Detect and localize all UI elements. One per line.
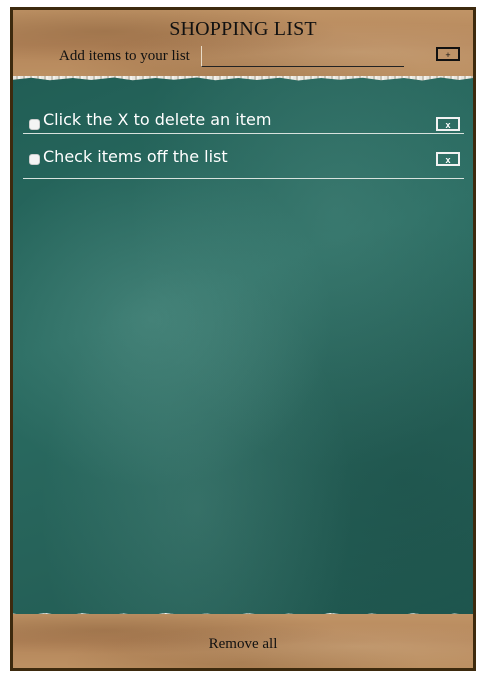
item-label: Click the X to delete an item xyxy=(43,110,272,129)
add-item-button[interactable]: + xyxy=(436,47,460,61)
delete-item-button[interactable]: x xyxy=(436,152,460,166)
chalkboard-list-area: Click the X to delete an item x Check it… xyxy=(13,76,473,617)
add-item-row: Add items to your list + xyxy=(59,46,469,68)
add-items-label: Add items to your list xyxy=(59,48,190,64)
delete-item-button[interactable]: x xyxy=(436,117,460,131)
item-checkbox[interactable] xyxy=(29,154,40,165)
list-item: Check items off the list x xyxy=(23,135,464,179)
item-label: Check items off the list xyxy=(43,147,228,166)
add-item-input[interactable] xyxy=(201,46,404,67)
item-checkbox[interactable] xyxy=(29,119,40,130)
header-paper: SHOPPING LIST Add items to your list + xyxy=(13,10,473,80)
remove-all-button[interactable]: Remove all xyxy=(13,636,473,653)
torn-edge-top xyxy=(13,76,473,81)
list-item: Click the X to delete an item x xyxy=(23,96,464,134)
shopping-list-app: SHOPPING LIST Add items to your list + C… xyxy=(10,7,476,671)
page-title: SHOPPING LIST xyxy=(169,18,317,40)
item-list: Click the X to delete an item x Check it… xyxy=(23,96,464,180)
footer-paper: Remove all xyxy=(13,614,473,668)
